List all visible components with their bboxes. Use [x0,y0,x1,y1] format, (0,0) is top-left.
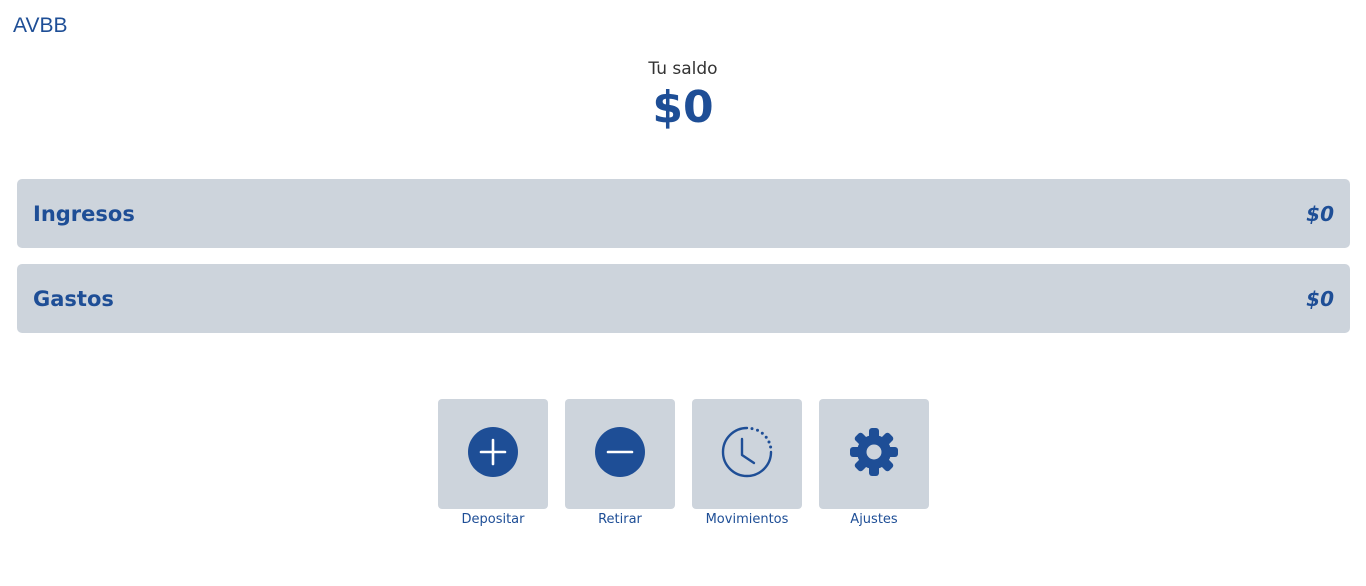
income-card[interactable]: Ingresos $0 [17,179,1350,248]
balance-label: Tu saldo [648,59,718,79]
settings-tile[interactable] [819,399,929,509]
movements-label: Movimientos [705,512,789,527]
expense-value: $0 [1306,286,1334,311]
settings-label: Ajustes [850,512,898,527]
deposit-tile[interactable] [438,399,548,509]
withdraw-label: Retirar [598,512,642,527]
app-logo[interactable]: AVBB [13,14,67,38]
balance-section: Tu saldo $0 [0,58,1366,134]
deposit-button[interactable]: Depositar [438,399,548,527]
movements-button[interactable]: Movimientos [692,399,802,527]
deposit-label: Depositar [461,512,525,527]
income-value: $0 [1306,201,1334,226]
balance-amount: $0 [652,82,714,133]
expense-label: Gastos [33,286,114,311]
expense-card[interactable]: Gastos $0 [17,264,1350,333]
plus-circle-icon [467,426,519,483]
movements-tile[interactable] [692,399,802,509]
income-label: Ingresos [33,201,135,226]
clock-history-icon [720,425,774,484]
withdraw-tile[interactable] [565,399,675,509]
action-bar: Depositar Retirar Movimientos Ajustes [438,399,929,527]
withdraw-button[interactable]: Retirar [565,399,675,527]
gear-icon [848,426,900,483]
minus-circle-icon [594,426,646,483]
settings-button[interactable]: Ajustes [819,399,929,527]
